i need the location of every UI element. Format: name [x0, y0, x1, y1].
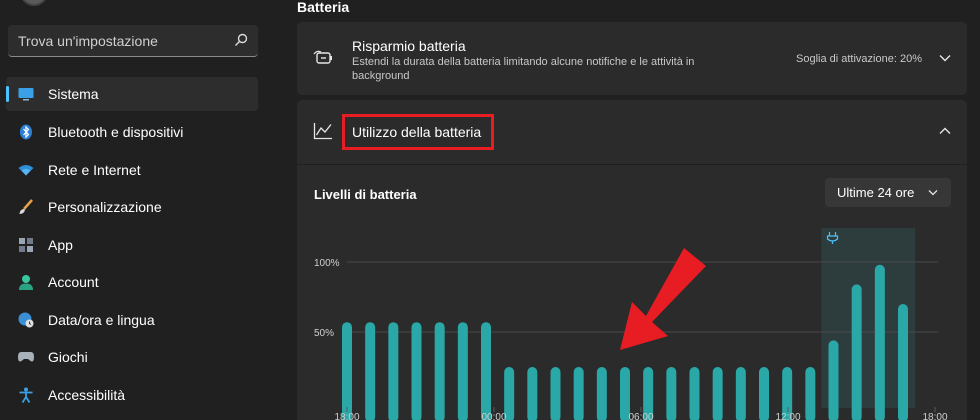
battery-saver-card[interactable]: Risparmio batteria Estendi la durata del… — [297, 22, 967, 95]
sidebar-item-label: Sistema — [48, 86, 99, 102]
x-tick-label: 18:00 — [334, 412, 359, 420]
sidebar-item-bluetooth[interactable]: Bluetooth e dispositivi — [6, 115, 258, 149]
sidebar-item-giochi[interactable]: Giochi — [6, 340, 258, 374]
apps-icon — [18, 237, 34, 253]
battery-saver-title: Risparmio batteria — [352, 38, 466, 54]
line-chart-icon — [313, 123, 332, 140]
y-tick-label: 100% — [314, 258, 340, 269]
sidebar-item-label: Rete e Internet — [48, 162, 141, 178]
chart-bar — [388, 322, 399, 420]
globe-clock-icon — [18, 312, 34, 328]
search-icon[interactable] — [234, 33, 248, 47]
sidebar-item-label: Account — [48, 274, 99, 290]
battery-saver-icon — [313, 50, 332, 64]
sidebar-item-sistema[interactable]: Sistema — [6, 77, 258, 111]
accessibility-icon — [18, 387, 34, 403]
selected-indicator — [6, 86, 9, 102]
sidebar-item-app[interactable]: App — [6, 228, 258, 262]
sidebar-item-account[interactable]: Account — [6, 265, 258, 299]
sidebar-item-label: Giochi — [48, 349, 88, 365]
chart-bar — [759, 367, 769, 420]
chart-bar — [805, 367, 816, 420]
chevron-up-icon[interactable] — [939, 126, 951, 136]
sidebar-item-label: Personalizzazione — [48, 199, 162, 215]
divider — [297, 164, 967, 165]
avatar[interactable] — [20, 0, 48, 6]
red-arrow-annotation — [620, 248, 706, 350]
chart-bar — [851, 284, 862, 420]
chart-bar — [898, 304, 908, 420]
chart-bar — [874, 264, 885, 420]
y-tick-label: 50% — [314, 328, 334, 339]
chart-bar — [550, 367, 561, 420]
x-tick-label: 00:00 — [481, 412, 506, 420]
sidebar-item-accessibilita[interactable]: Accessibilità — [6, 378, 258, 412]
search-input[interactable]: Trova un'impostazione — [18, 33, 158, 49]
x-tick-label: 18:00 — [922, 412, 947, 420]
wifi-icon — [18, 162, 34, 178]
chart-bar — [689, 367, 700, 420]
chart-bar — [828, 340, 839, 420]
chart-bar — [365, 322, 376, 420]
chevron-down-icon[interactable] — [939, 53, 951, 63]
chart-bar — [712, 367, 723, 420]
chart-bar — [735, 367, 746, 420]
gamepad-icon — [18, 349, 34, 365]
person-icon — [18, 274, 34, 290]
chart-bar — [527, 367, 538, 420]
x-tick-label: 12:00 — [775, 412, 800, 420]
chart-bar — [457, 322, 468, 420]
sidebar-item-label: App — [48, 237, 73, 253]
sidebar: Trova un'impostazione Sistema Bluetooth … — [0, 0, 272, 420]
chart-bar — [666, 367, 677, 420]
chart-bar — [342, 322, 352, 420]
chart-bar — [434, 322, 445, 420]
sidebar-item-rete[interactable]: Rete e Internet — [6, 153, 258, 187]
sidebar-item-label: Bluetooth e dispositivi — [48, 124, 184, 140]
sidebar-item-label: Data/ora e lingua — [48, 312, 155, 328]
battery-saver-description: Estendi la durata della batteria limitan… — [352, 56, 695, 82]
chart-bar — [596, 367, 607, 420]
chart-bar — [411, 322, 422, 420]
search-box[interactable]: Trova un'impostazione — [8, 25, 258, 57]
sidebar-item-data-ora[interactable]: Data/ora e lingua — [6, 303, 258, 337]
chart-bar — [481, 322, 491, 420]
sidebar-item-label: Accessibilità — [48, 387, 126, 403]
brush-icon — [18, 199, 34, 215]
monitor-icon — [18, 86, 34, 102]
sidebar-item-personalizzazione[interactable]: Personalizzazione — [6, 190, 258, 224]
bluetooth-icon — [18, 124, 34, 140]
battery-saver-threshold: Soglia di attivazione: 20% — [796, 53, 922, 65]
battery-usage-title: Utilizzo della batteria — [352, 124, 482, 140]
chart-bar — [573, 367, 584, 420]
section-title: Batteria — [297, 0, 350, 15]
x-tick-label: 06:00 — [628, 412, 653, 420]
